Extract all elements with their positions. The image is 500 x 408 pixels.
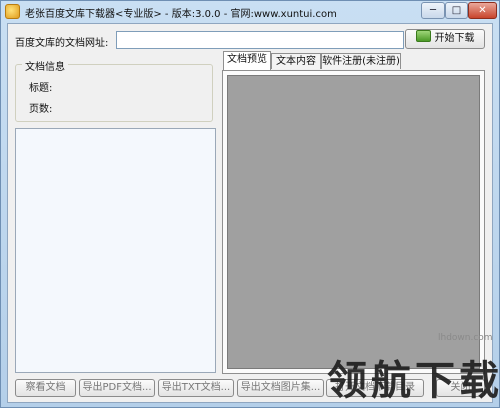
doc-info-group: 文档信息 标题: 页数: bbox=[15, 58, 213, 122]
tab-registration[interactable]: 软件注册(未注册) bbox=[321, 53, 401, 69]
maximize-button[interactable]: □ bbox=[445, 2, 468, 19]
url-label: 百度文库的文档网址: bbox=[15, 38, 109, 49]
title-bar[interactable]: 老张百度文库下载器<专业版> - 版本:3.0.0 - 官网:www.xuntu… bbox=[1, 1, 499, 23]
close-window-button[interactable]: ✕ bbox=[468, 2, 497, 19]
tab-preview[interactable]: 文档预览 bbox=[223, 51, 271, 70]
doc-pages-label: 页数: bbox=[29, 104, 53, 115]
minimize-button[interactable]: ─ bbox=[421, 2, 445, 19]
export-images-button[interactable]: 导出文档图片集... bbox=[237, 379, 324, 397]
doc-title-label: 标题: bbox=[29, 83, 53, 94]
view-document-button[interactable]: 察看文档 bbox=[15, 379, 76, 397]
tab-page bbox=[222, 70, 485, 374]
start-download-label: 开始下载 bbox=[434, 33, 475, 44]
download-icon bbox=[415, 30, 431, 42]
tab-text-content[interactable]: 文本内容 bbox=[271, 53, 321, 69]
window-title: 老张百度文库下载器<专业版> - 版本:3.0.0 - 官网:www.xuntu… bbox=[25, 9, 337, 20]
app-icon bbox=[5, 4, 20, 19]
watermark-url: lhdown.com bbox=[438, 333, 493, 343]
doc-info-group-title: 文档信息 bbox=[22, 58, 68, 73]
page-list-panel[interactable] bbox=[15, 128, 216, 373]
document-preview-area[interactable] bbox=[227, 75, 480, 369]
url-input[interactable] bbox=[116, 31, 404, 49]
export-pdf-button[interactable]: 导出PDF文档... bbox=[79, 379, 155, 397]
start-download-button[interactable]: 开始下载 bbox=[405, 29, 485, 49]
watermark-text: 领航下载 bbox=[327, 358, 500, 404]
export-txt-button[interactable]: 导出TXT文档... bbox=[158, 379, 234, 397]
main-window: 老张百度文库下载器<专业版> - 版本:3.0.0 - 官网:www.xuntu… bbox=[0, 0, 500, 408]
client-area: 百度文库的文档网址: 开始下载 文档信息 标题: 页数: 文档预览 文本内容 软… bbox=[7, 23, 493, 403]
